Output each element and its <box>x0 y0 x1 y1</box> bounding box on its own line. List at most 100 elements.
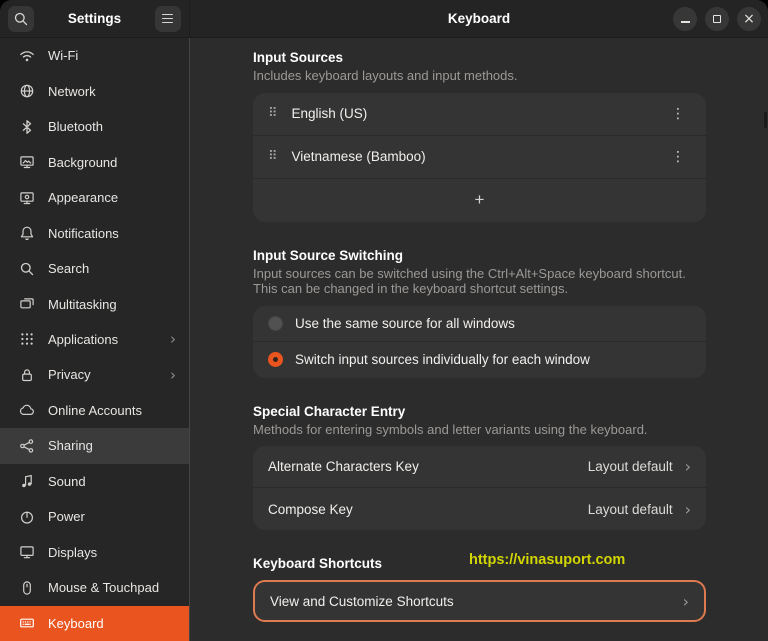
sidebar-label: Applications <box>48 331 119 347</box>
close-icon: × <box>743 10 755 27</box>
power-icon <box>21 511 34 524</box>
section-header: Keyboard Shortcuts https://vinasuport.co… <box>253 552 706 571</box>
more-options-icon[interactable]: ⋮ <box>665 102 691 126</box>
bell-icon <box>20 226 34 241</box>
chevron-right-icon: › <box>682 591 689 611</box>
minimize-button[interactable] <box>673 6 697 31</box>
keyboard-shortcuts-section: Keyboard Shortcuts https://vinasuport.co… <box>253 552 706 622</box>
radio-button-unchecked[interactable] <box>268 315 283 331</box>
bluetooth-icon <box>22 119 32 134</box>
sidebar-item-applications[interactable]: Applications › <box>0 322 189 357</box>
music-note-icon <box>21 475 32 489</box>
section-title: Special Character Entry <box>253 403 406 419</box>
input-source-row-english[interactable]: ⠿ English (US) ⋮ <box>253 93 706 136</box>
input-sources-section: Input Sources Includes keyboard layouts … <box>253 50 706 222</box>
sidebar-item-search[interactable]: Search <box>0 251 189 286</box>
search-icon <box>14 12 28 25</box>
wifi-icon <box>20 50 34 62</box>
sidebar-item-network[interactable]: Network <box>0 73 189 108</box>
view-customize-shortcuts-row[interactable]: View and Customize Shortcuts › <box>255 582 704 620</box>
sidebar-item-online-accounts[interactable]: Online Accounts <box>0 393 189 428</box>
mouse-icon <box>23 581 31 595</box>
minimize-icon <box>680 21 690 23</box>
sidebar-item-mouse-touchpad[interactable]: Mouse & Touchpad <box>0 570 189 605</box>
page-title: Keyboard <box>447 11 511 26</box>
sidebar-item-notifications[interactable]: Notifications <box>0 215 189 250</box>
special-chars-card: Alternate Characters Key Layout default … <box>253 446 706 530</box>
drag-handle-icon[interactable]: ⠿ <box>268 106 277 121</box>
headerbar-right: Keyboard × <box>190 0 768 37</box>
input-source-name: English (US) <box>291 106 368 121</box>
radio-label: Use the same source for all windows <box>295 315 515 331</box>
alternate-characters-key-row[interactable]: Alternate Characters Key Layout default … <box>253 446 706 488</box>
row-label: Compose Key <box>268 501 353 517</box>
chevron-right-icon: › <box>170 330 176 349</box>
sidebar: Wi-Fi Network Bluetooth Background Appea… <box>0 38 190 641</box>
share-icon <box>20 439 34 453</box>
sidebar-label: Network <box>48 83 96 99</box>
app-title: Settings <box>67 11 122 26</box>
input-sources-card: ⠿ English (US) ⋮ ⠿ Vietnamese (Bamboo) ⋮… <box>253 92 706 222</box>
sidebar-item-background[interactable]: Background <box>0 144 189 179</box>
lock-icon <box>22 369 32 382</box>
sidebar-item-sharing[interactable]: Sharing <box>0 428 189 464</box>
appearance-icon <box>20 191 34 204</box>
chevron-right-icon: › <box>684 457 691 476</box>
section-title: Input Source Switching <box>253 247 404 263</box>
sidebar-item-keyboard[interactable]: Keyboard <box>0 605 189 641</box>
radio-button-checked[interactable] <box>268 352 283 367</box>
radio-row-individual-source[interactable]: Switch input sources individually for ea… <box>253 342 706 378</box>
app-grid-icon <box>21 333 33 346</box>
switching-options-card: Use the same source for all windows Swit… <box>253 305 706 378</box>
sidebar-label: Appearance <box>48 190 119 206</box>
sidebar-item-wifi[interactable]: Wi-Fi <box>0 38 189 73</box>
sidebar-item-privacy[interactable]: Privacy › <box>0 357 189 392</box>
cloud-icon <box>19 405 34 416</box>
chevron-right-icon: › <box>170 365 176 384</box>
globe-icon <box>20 84 34 98</box>
hamburger-icon <box>162 14 174 22</box>
add-input-source-button[interactable]: + <box>253 179 706 222</box>
sidebar-label: Bluetooth <box>48 119 103 135</box>
sidebar-item-power[interactable]: Power <box>0 499 189 534</box>
radio-label: Switch input sources individually for ea… <box>295 352 590 367</box>
input-source-switching-section: Input Source Switching Input sources can… <box>253 248 706 378</box>
search-button[interactable] <box>8 5 34 32</box>
sidebar-label: Mouse & Touchpad <box>48 580 160 596</box>
drag-handle-icon[interactable]: ⠿ <box>268 149 277 164</box>
sidebar-label: Online Accounts <box>48 402 142 418</box>
description-line: This can be changed in the keyboard shor… <box>253 281 569 296</box>
main-menu-button[interactable] <box>154 5 181 32</box>
row-value: Layout default <box>587 459 673 474</box>
picture-icon <box>20 156 34 169</box>
row-label: View and Customize Shortcuts <box>270 593 454 609</box>
sidebar-item-appearance[interactable]: Appearance <box>0 180 189 215</box>
section-subtitle: Methods for entering symbols and letter … <box>253 421 648 437</box>
headerbar-left: Settings <box>0 0 190 37</box>
keyboard-settings-panel: Input Sources Includes keyboard layouts … <box>190 38 768 641</box>
shortcuts-card: View and Customize Shortcuts › <box>253 580 706 622</box>
sidebar-item-bluetooth[interactable]: Bluetooth <box>0 109 189 144</box>
sidebar-label: Sharing <box>48 438 93 454</box>
sidebar-label: Sound <box>48 473 86 489</box>
special-character-entry-section: Special Character Entry Methods for ente… <box>253 403 706 530</box>
radio-row-same-source[interactable]: Use the same source for all windows <box>253 306 706 342</box>
input-source-row-vietnamese[interactable]: ⠿ Vietnamese (Bamboo) ⋮ <box>253 136 706 179</box>
sidebar-label: Displays <box>48 544 98 560</box>
sidebar-label: Notifications <box>48 225 119 241</box>
chevron-right-icon: › <box>684 499 691 519</box>
sidebar-item-displays[interactable]: Displays <box>0 535 189 570</box>
sidebar-label: Privacy <box>48 367 91 383</box>
compose-key-row[interactable]: Compose Key Layout default › <box>253 488 706 530</box>
row-label: Alternate Characters Key <box>268 459 419 474</box>
section-description: Input sources can be switched using the … <box>253 266 706 297</box>
display-icon <box>20 546 34 559</box>
section-subtitle: Includes keyboard layouts and input meth… <box>253 68 518 83</box>
more-options-icon[interactable]: ⋮ <box>665 145 691 169</box>
sidebar-item-sound[interactable]: Sound <box>0 464 189 499</box>
maximize-button[interactable] <box>705 6 729 31</box>
close-button[interactable]: × <box>737 6 761 31</box>
scrollbar-thumb[interactable] <box>764 112 767 128</box>
watermark-link: https://vinasuport.com <box>469 552 626 568</box>
sidebar-item-multitasking[interactable]: Multitasking <box>0 286 189 321</box>
